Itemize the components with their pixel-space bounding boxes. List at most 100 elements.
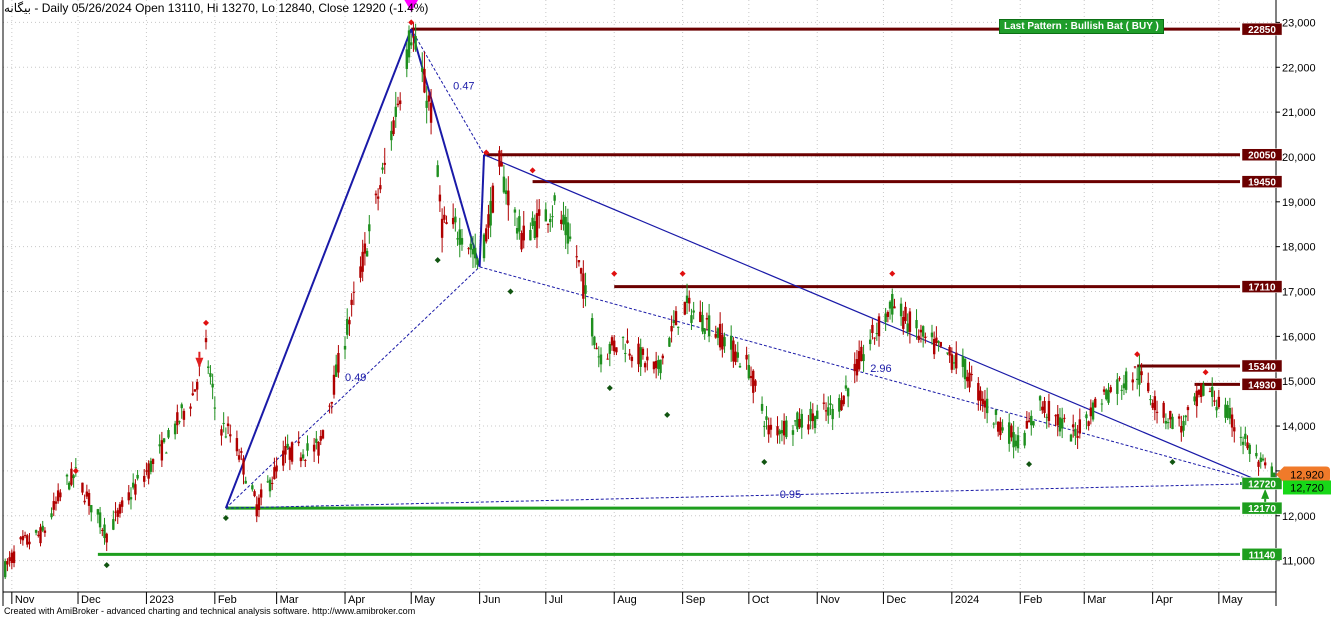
candle-body <box>90 505 93 513</box>
candle-body <box>575 256 578 258</box>
candle-body <box>531 217 534 226</box>
candle-body <box>551 216 554 218</box>
candle-body <box>1241 441 1245 445</box>
candle-body <box>595 347 598 350</box>
candle-body <box>1186 407 1190 411</box>
candle-body <box>136 474 139 479</box>
candle-body <box>195 381 199 390</box>
level-tag-label: 22850 <box>1248 25 1276 36</box>
y-tick-label: 18,000 <box>1282 242 1316 254</box>
candle-body <box>127 492 130 501</box>
candle-body <box>868 339 872 345</box>
candle-body <box>637 343 640 365</box>
candle-body <box>765 416 768 420</box>
candle-body <box>116 510 119 517</box>
candle-body <box>1027 420 1031 423</box>
pattern-ratio-label: 0.47 <box>453 81 474 93</box>
candle-body <box>961 356 965 367</box>
candle-body <box>284 445 287 455</box>
candle-body <box>776 426 779 436</box>
candle-body <box>235 438 239 452</box>
last-price-tag-label: 12,920 <box>1290 469 1324 481</box>
candle-body <box>749 375 753 379</box>
candle-body <box>522 225 525 241</box>
candle-body <box>568 236 572 239</box>
x-tick-label: Jul <box>549 594 563 606</box>
candle-body <box>229 434 232 437</box>
candle-body <box>621 336 625 338</box>
candle-body <box>1107 390 1110 403</box>
candle-body <box>244 480 247 484</box>
y-tick-label: 12,000 <box>1282 511 1316 523</box>
level-tag-label: 12720 <box>1248 479 1276 490</box>
candle-body <box>723 337 726 347</box>
candle-body <box>968 372 971 388</box>
candle-body <box>769 424 773 430</box>
candle-body <box>1131 379 1134 383</box>
candle-body <box>919 329 923 333</box>
candle-body <box>952 362 956 364</box>
candle-body <box>491 185 495 213</box>
pattern-ratio-label: 2.96 <box>870 363 891 375</box>
candle-body <box>255 504 258 517</box>
candle-body <box>147 463 150 479</box>
candle-body <box>421 67 424 72</box>
candle-body <box>807 424 810 430</box>
candle-body <box>981 398 984 405</box>
candle-body <box>103 524 106 539</box>
candle-body <box>875 333 879 335</box>
candle-body <box>427 95 431 102</box>
candle-body <box>1228 408 1232 419</box>
candle-body <box>1041 406 1044 411</box>
candle-body <box>306 443 309 451</box>
candle-body <box>290 442 294 462</box>
candle-body <box>39 527 42 544</box>
candle-body <box>297 441 300 444</box>
level-tag-label: 15340 <box>1248 362 1276 373</box>
pattern-badge: Last Pattern : Bullish Bat ( BUY ) <box>999 19 1164 34</box>
candle-body <box>213 407 217 409</box>
candle-body <box>485 228 488 242</box>
candle-body <box>562 214 565 225</box>
candle-body <box>924 336 927 339</box>
price-chart[interactable]: 0.470.492.960.95 11,00012,00013,00014,00… <box>0 0 1336 619</box>
candle-body <box>1016 435 1020 449</box>
pattern-ratio-label: 0.49 <box>345 372 366 384</box>
candle-body <box>361 251 364 272</box>
candle-body <box>760 403 764 411</box>
candle-body <box>577 260 581 263</box>
x-tick-label: Dec <box>886 594 906 606</box>
candle-body <box>796 412 799 430</box>
candle-body <box>304 459 307 461</box>
candle-body <box>546 224 550 226</box>
candle-body <box>752 370 755 393</box>
candle-body <box>70 468 73 485</box>
candle-body <box>564 216 567 236</box>
candle-body <box>549 218 552 223</box>
candle-body <box>1215 407 1218 411</box>
candle-body <box>390 130 393 141</box>
candle-body <box>500 162 503 167</box>
candle-body <box>12 551 16 564</box>
y-tick-label: 23,000 <box>1282 17 1316 29</box>
candle-body <box>661 355 664 359</box>
x-tick-label: Feb <box>1023 594 1042 606</box>
candle-body <box>1199 383 1203 397</box>
candle-body <box>394 106 397 117</box>
candle-body <box>101 529 104 531</box>
candle-body <box>593 336 596 346</box>
candle-body <box>977 382 980 401</box>
candle-body <box>853 363 856 372</box>
resistance-level-tag: 22850 <box>1241 22 1283 36</box>
candle-body <box>440 218 444 238</box>
candle-body <box>930 332 934 338</box>
candle-body <box>533 221 536 239</box>
candle-body <box>1069 434 1073 442</box>
candle-body <box>180 404 183 409</box>
candle-body <box>529 229 532 241</box>
candle-body <box>809 408 812 422</box>
candle-body <box>1257 461 1260 467</box>
candle-body <box>405 49 409 69</box>
candle-body <box>626 340 629 344</box>
candle-body <box>1010 425 1013 438</box>
